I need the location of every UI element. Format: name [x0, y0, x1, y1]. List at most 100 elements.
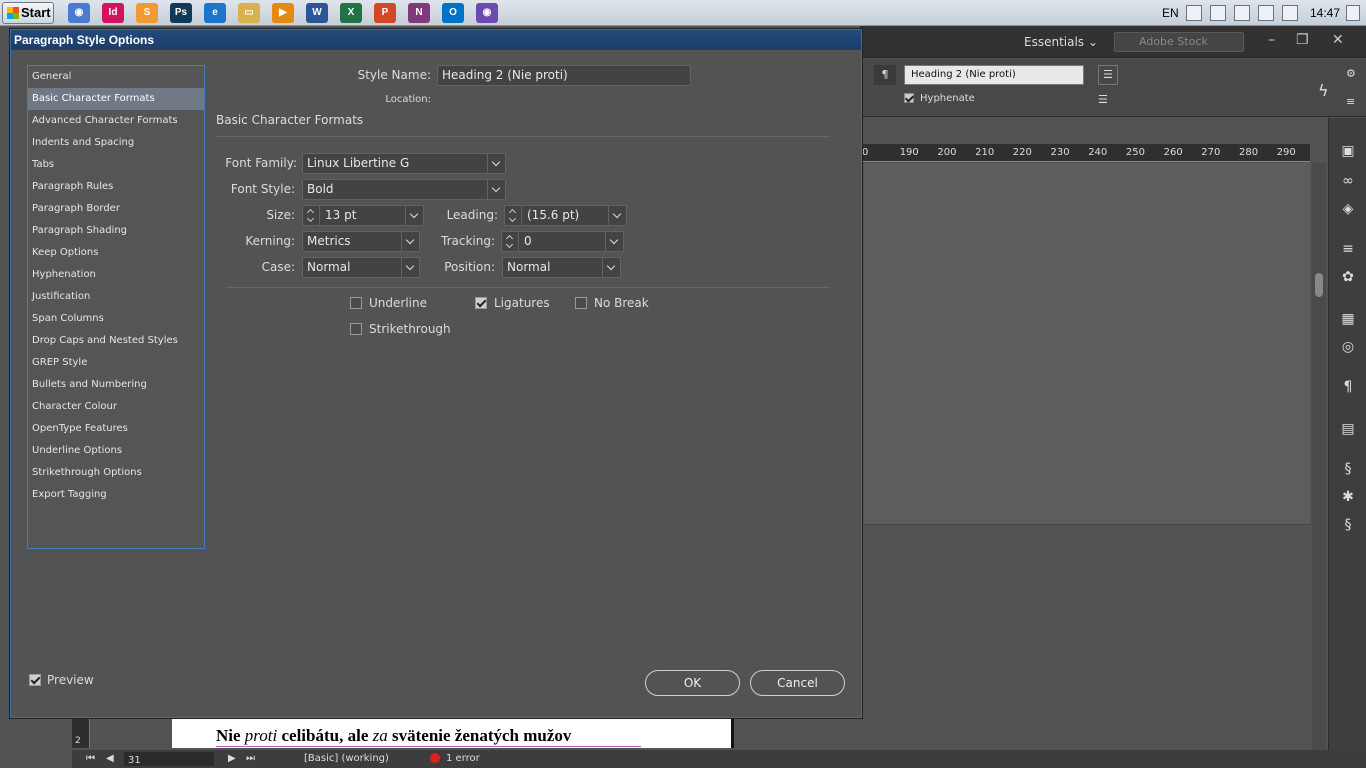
start-button[interactable]: Start	[2, 2, 54, 24]
paragraph-mark-icon[interactable]: ¶	[874, 65, 896, 85]
tray-app-icon[interactable]	[1234, 5, 1250, 21]
restore-icon[interactable]: ❐	[1296, 32, 1309, 48]
minimize-icon[interactable]: –	[1268, 32, 1275, 48]
show-desktop-icon[interactable]	[1346, 5, 1360, 21]
tracking-combo[interactable]: 0	[501, 231, 624, 252]
kerning-dropdown[interactable]: Metrics	[302, 231, 420, 252]
sublime-icon[interactable]: S	[136, 3, 158, 23]
category-item[interactable]: Span Columns	[28, 308, 204, 330]
swatches-icon[interactable]: ✿	[1339, 270, 1357, 284]
media-player-icon[interactable]: ▶	[272, 3, 294, 23]
first-page-icon[interactable]: ⏮	[86, 753, 95, 764]
category-item[interactable]: Strikethrough Options	[28, 462, 204, 484]
preview-checkbox[interactable]	[29, 674, 41, 686]
page-number-field[interactable]: 31	[124, 752, 214, 766]
category-item[interactable]: Underline Options	[28, 440, 204, 462]
tray-volume-icon[interactable]	[1282, 5, 1298, 21]
category-item[interactable]: Export Tagging	[28, 484, 204, 506]
text-wrap-icon[interactable]: ▤	[1339, 422, 1357, 436]
layers-icon[interactable]: ◈	[1339, 202, 1357, 216]
tracking-stepper-icon[interactable]	[502, 232, 519, 251]
leading-value: (15.6 pt)	[527, 208, 580, 222]
clock[interactable]: 14:47	[1310, 0, 1340, 26]
size-combo[interactable]: 13 pt	[302, 205, 424, 226]
tray-monitor-icon[interactable]	[1258, 5, 1274, 21]
position-label: Position:	[444, 260, 495, 274]
close-icon[interactable]: ✕	[1332, 32, 1344, 48]
powerpoint-icon[interactable]: P	[374, 3, 396, 23]
cc-libraries-icon[interactable]: ◎	[1339, 340, 1357, 354]
font-family-dropdown[interactable]: Linux Libertine G	[302, 153, 506, 174]
last-page-icon[interactable]: ⏭	[246, 753, 255, 764]
category-item[interactable]: Bullets and Numbering	[28, 374, 204, 396]
panel-menu-icon[interactable]: ≡	[1346, 95, 1355, 108]
hyphenate-checkbox[interactable]: Hyphenate	[904, 93, 975, 104]
ok-button[interactable]: OK	[645, 670, 740, 696]
indesign-icon[interactable]: Id	[102, 3, 124, 23]
stroke-icon[interactable]: ≡	[1339, 242, 1357, 256]
word-icon[interactable]: W	[306, 3, 328, 23]
excel-icon[interactable]: X	[340, 3, 362, 23]
category-item[interactable]: Drop Caps and Nested Styles	[28, 330, 204, 352]
case-dropdown[interactable]: Normal	[302, 257, 420, 278]
leading-stepper-icon[interactable]	[505, 206, 522, 225]
style-name-input[interactable]: Heading 2 (Nie proti)	[437, 65, 691, 86]
object-styles-icon[interactable]: §	[1339, 518, 1357, 532]
leading-combo[interactable]: (15.6 pt)	[504, 205, 627, 226]
ie-icon[interactable]: e	[204, 3, 226, 23]
document-page[interactable]: Nie proti celibátu, ale za svätenie žena…	[172, 718, 734, 748]
category-item[interactable]: Paragraph Shading	[28, 220, 204, 242]
position-dropdown[interactable]: Normal	[502, 257, 621, 278]
gradient-icon[interactable]: ▦	[1339, 312, 1357, 326]
chevron-down-icon	[608, 206, 626, 225]
prev-page-icon[interactable]: ◀	[106, 753, 114, 764]
firefox-icon[interactable]: ◉	[476, 3, 498, 23]
underline-checkbox[interactable]	[350, 297, 362, 309]
adobe-stock-search[interactable]: Adobe Stock	[1114, 32, 1244, 52]
category-item[interactable]: Keep Options	[28, 242, 204, 264]
category-item[interactable]: Character Colour	[28, 396, 204, 418]
no-break-checkbox[interactable]	[575, 297, 587, 309]
category-item[interactable]: Basic Character Formats	[28, 88, 204, 110]
tray-network-icon[interactable]	[1210, 5, 1226, 21]
category-item[interactable]: Justification	[28, 286, 204, 308]
outlook-icon[interactable]: O	[442, 3, 464, 23]
onenote-icon[interactable]: N	[408, 3, 430, 23]
pages-icon[interactable]: ▣	[1339, 144, 1357, 158]
category-item[interactable]: Tabs	[28, 154, 204, 176]
next-page-icon[interactable]: ▶	[228, 753, 236, 764]
category-item[interactable]: Hyphenation	[28, 264, 204, 286]
language-indicator[interactable]: EN	[1162, 0, 1179, 26]
photoshop-icon[interactable]: Ps	[170, 3, 192, 23]
category-item[interactable]: GREP Style	[28, 352, 204, 374]
chrome-icon[interactable]: ◉	[68, 3, 90, 23]
paragraph-style-dropdown[interactable]: Heading 2 (Nie proti)	[904, 65, 1084, 85]
paragraph-styles-icon[interactable]: §	[1339, 462, 1357, 476]
strikethrough-checkbox[interactable]	[350, 323, 362, 335]
cancel-button[interactable]: Cancel	[750, 670, 845, 696]
ligatures-checkbox[interactable]	[475, 297, 487, 309]
category-item[interactable]: Paragraph Rules	[28, 176, 204, 198]
size-stepper-icon[interactable]	[303, 206, 320, 225]
lightning-icon[interactable]: ϟ	[1318, 81, 1329, 100]
scrollbar-thumb[interactable]	[1315, 273, 1323, 297]
font-style-dropdown[interactable]: Bold	[302, 179, 506, 200]
align-grid-icon[interactable]: ☰	[1098, 93, 1108, 106]
category-item[interactable]: OpenType Features	[28, 418, 204, 440]
category-item[interactable]: Indents and Spacing	[28, 132, 204, 154]
character-styles-icon[interactable]: ✱	[1339, 490, 1357, 504]
preflight-profile[interactable]: [Basic] (working)	[304, 753, 389, 764]
category-item[interactable]: General	[28, 66, 204, 88]
preflight-errors[interactable]: 1 error	[446, 753, 480, 764]
explorer-icon[interactable]: ▭	[238, 3, 260, 23]
links-icon[interactable]: ∞	[1339, 174, 1357, 188]
category-item[interactable]: Advanced Character Formats	[28, 110, 204, 132]
gear-icon[interactable]: ⚙	[1346, 67, 1356, 80]
align-menu-icon[interactable]: ☰	[1098, 65, 1118, 85]
vertical-scrollbar[interactable]	[1312, 163, 1326, 763]
workspace-switcher[interactable]: Essentials ⌄	[1024, 35, 1098, 49]
page-heading-text[interactable]: Nie proti celibátu, ale za svätenie žena…	[216, 726, 642, 747]
paragraph-icon[interactable]: ¶	[1339, 380, 1357, 394]
tray-expand-icon[interactable]	[1186, 5, 1202, 21]
category-item[interactable]: Paragraph Border	[28, 198, 204, 220]
